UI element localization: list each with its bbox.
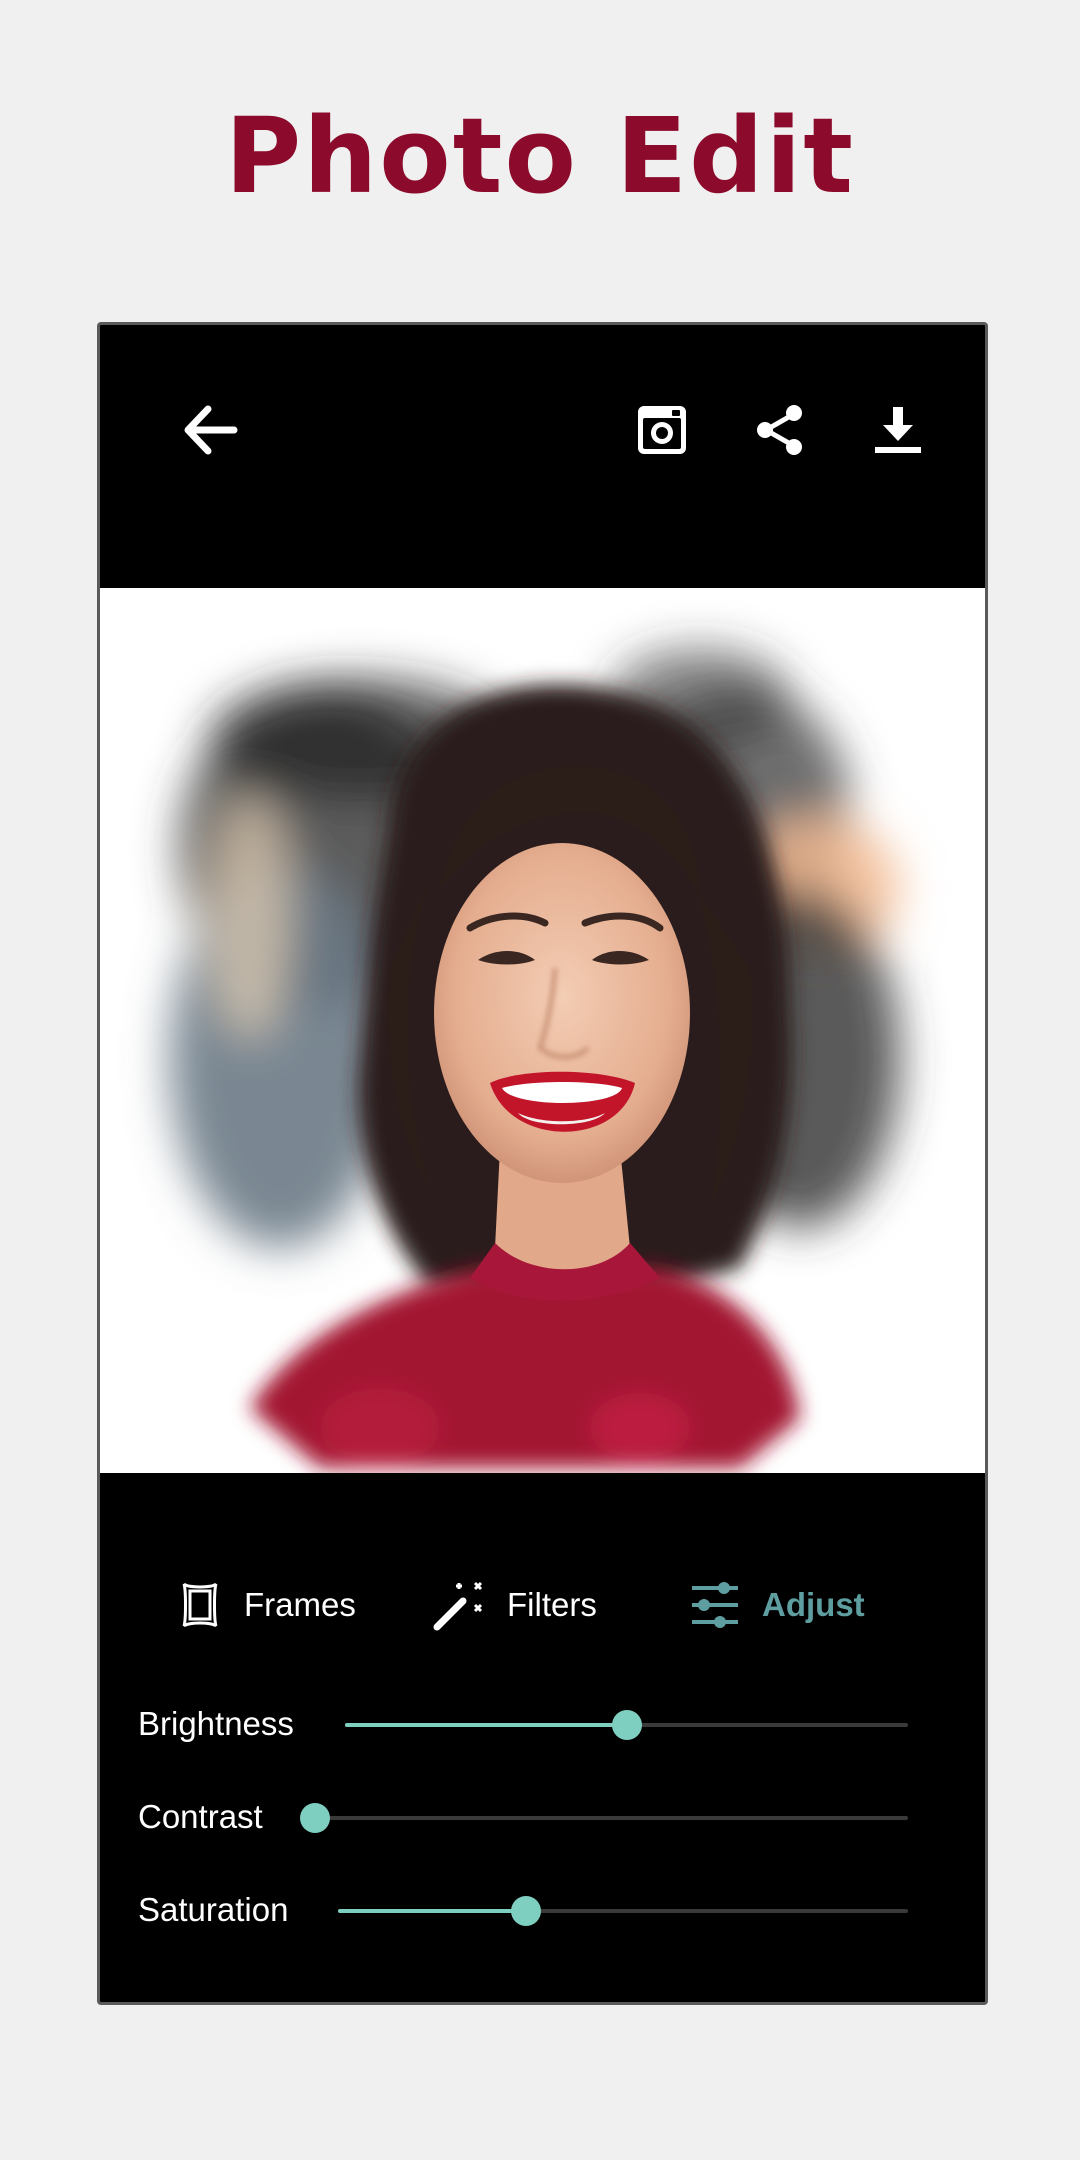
magic-wand-icon — [433, 1579, 485, 1631]
edited-photo — [170, 648, 900, 1468]
frame-icon — [178, 1580, 222, 1630]
sliders-icon — [690, 1580, 740, 1630]
tab-adjust-label: Adjust — [762, 1586, 865, 1623]
contrast-label: Contrast — [138, 1798, 263, 1835]
instagram-button[interactable] — [627, 395, 697, 465]
tab-frames-label: Frames — [244, 1586, 356, 1623]
saturation-row: Saturation — [100, 1881, 985, 1941]
brightness-thumb[interactable] — [611, 1710, 642, 1740]
tab-frames[interactable]: Frames — [178, 1575, 356, 1635]
back-arrow-icon — [184, 405, 238, 455]
brightness-row: Brightness — [100, 1695, 985, 1755]
brightness-label: Brightness — [138, 1705, 294, 1742]
back-button[interactable] — [175, 395, 245, 465]
tab-filters-label: Filters — [507, 1586, 597, 1623]
top-toolbar — [100, 325, 985, 588]
share-button[interactable] — [745, 395, 815, 465]
contrast-thumb[interactable] — [300, 1803, 330, 1833]
phone-frame: Frames Filters Adjust Brightness Contras… — [97, 322, 988, 2005]
download-button[interactable] — [863, 395, 933, 465]
saturation-fill — [338, 1909, 527, 1913]
edit-tabs: Frames Filters Adjust — [100, 1565, 985, 1645]
contrast-row: Contrast — [100, 1788, 985, 1848]
brightness-fill — [345, 1723, 627, 1727]
tab-adjust[interactable]: Adjust — [690, 1575, 865, 1635]
saturation-label: Saturation — [138, 1891, 289, 1928]
share-icon — [757, 405, 802, 455]
page-title: Photo Edit — [225, 95, 855, 217]
tab-filters[interactable]: Filters — [433, 1575, 597, 1635]
saturation-slider[interactable] — [338, 1896, 908, 1926]
saturation-thumb[interactable] — [511, 1896, 542, 1926]
download-icon — [875, 407, 921, 453]
contrast-slider[interactable] — [300, 1803, 908, 1833]
brightness-slider[interactable] — [345, 1710, 908, 1740]
instagram-icon — [638, 406, 686, 454]
photo-canvas[interactable] — [100, 588, 985, 1473]
